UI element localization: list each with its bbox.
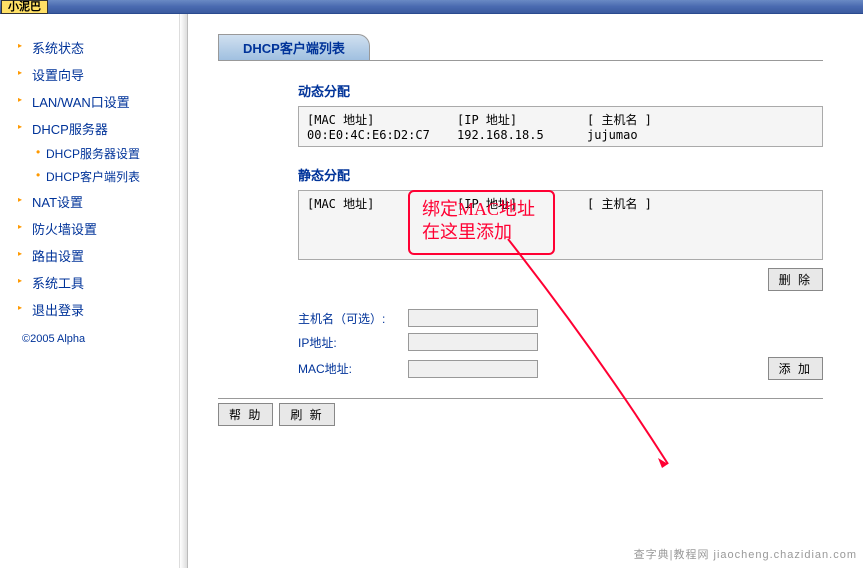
annotation-line1: 绑定MAC地址 bbox=[422, 198, 535, 221]
nav-nat[interactable]: NAT设置 bbox=[18, 188, 169, 215]
watermark: 查字典|教程网 jiaocheng.chazidian.com bbox=[634, 546, 857, 562]
nav-dhcp-client-list[interactable]: DHCP客户端列表 bbox=[18, 165, 169, 188]
cell-ip: 192.168.18.5 bbox=[457, 128, 587, 142]
col-mac: [MAC 地址] bbox=[307, 111, 457, 128]
cell-mac: 00:E0:4C:E6:D2:C7 bbox=[307, 128, 457, 142]
col-host: [ 主机名 ] bbox=[587, 195, 687, 212]
titlebar: 小泥巴 bbox=[0, 0, 863, 14]
nav-dhcp-server[interactable]: DHCP服务器 bbox=[18, 115, 169, 142]
hostname-label: 主机名（可选）: bbox=[298, 310, 408, 327]
add-button[interactable]: 添 加 bbox=[768, 357, 823, 380]
delete-button[interactable]: 删 除 bbox=[768, 268, 823, 291]
mac-input[interactable] bbox=[408, 360, 538, 378]
page-title: DHCP客户端列表 bbox=[218, 34, 370, 60]
titlebar-label: 小泥巴 bbox=[1, 0, 48, 14]
divider bbox=[180, 14, 188, 568]
nav-logout[interactable]: 退出登录 bbox=[18, 296, 169, 323]
sidebar: 系统状态 设置向导 LAN/WAN口设置 DHCP服务器 DHCP服务器设置 D… bbox=[0, 14, 180, 568]
cell-host: jujumao bbox=[587, 128, 687, 142]
separator bbox=[218, 398, 823, 399]
nav-dhcp-server-settings[interactable]: DHCP服务器设置 bbox=[18, 142, 169, 165]
nav-lan-wan[interactable]: LAN/WAN口设置 bbox=[18, 88, 169, 115]
ip-label: IP地址: bbox=[298, 334, 408, 351]
static-table: [MAC 地址] [IP 地址] [ 主机名 ] bbox=[298, 190, 823, 260]
static-section: 静态分配 [MAC 地址] [IP 地址] [ 主机名 ] 删 除 bbox=[298, 165, 823, 291]
ip-input[interactable] bbox=[408, 333, 538, 351]
hostname-input[interactable] bbox=[408, 309, 538, 327]
static-title: 静态分配 bbox=[298, 165, 823, 184]
col-ip: [IP 地址] bbox=[457, 111, 587, 128]
table-row[interactable]: 00:E0:4C:E6:D2:C7 192.168.18.5 jujumao bbox=[307, 128, 814, 142]
nav-routing[interactable]: 路由设置 bbox=[18, 242, 169, 269]
copyright: ©2005 Alpha bbox=[18, 333, 169, 345]
main-content: DHCP客户端列表 动态分配 [MAC 地址] [IP 地址] [ 主机名 ] … bbox=[188, 14, 863, 568]
dynamic-section: 动态分配 [MAC 地址] [IP 地址] [ 主机名 ] 00:E0:4C:E… bbox=[298, 81, 823, 147]
dynamic-title: 动态分配 bbox=[298, 81, 823, 100]
nav-system-status[interactable]: 系统状态 bbox=[18, 34, 169, 61]
nav-setup-wizard[interactable]: 设置向导 bbox=[18, 61, 169, 88]
dynamic-table: [MAC 地址] [IP 地址] [ 主机名 ] 00:E0:4C:E6:D2:… bbox=[298, 106, 823, 147]
nav-system-tools[interactable]: 系统工具 bbox=[18, 269, 169, 296]
nav-firewall[interactable]: 防火墙设置 bbox=[18, 215, 169, 242]
annotation-box: 绑定MAC地址 在这里添加 bbox=[408, 190, 555, 255]
annotation-line2: 在这里添加 bbox=[422, 221, 535, 244]
form-section: 主机名（可选）: IP地址: MAC地址: 添 加 bbox=[298, 309, 823, 380]
help-button[interactable]: 帮 助 bbox=[218, 403, 273, 426]
mac-label: MAC地址: bbox=[298, 360, 408, 377]
refresh-button[interactable]: 刷 新 bbox=[279, 403, 334, 426]
col-host: [ 主机名 ] bbox=[587, 111, 687, 128]
